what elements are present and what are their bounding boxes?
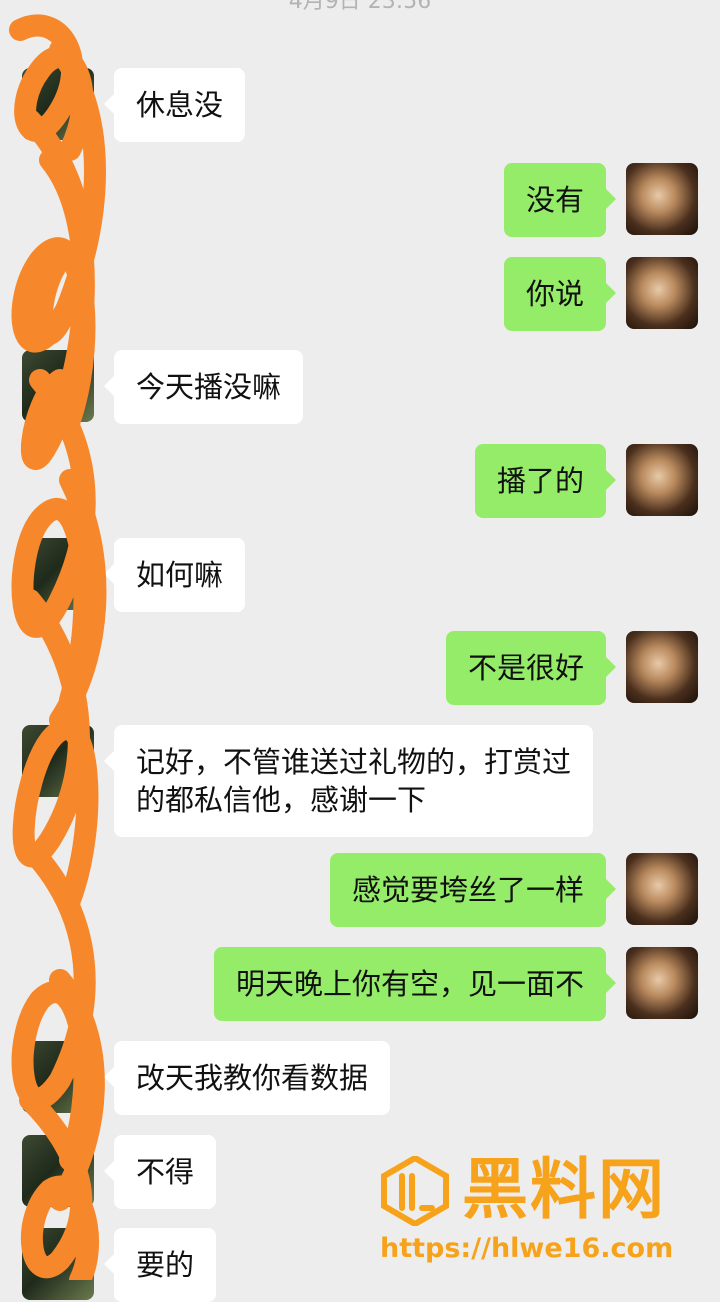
sent-message-bubble[interactable]: 播了的 xyxy=(474,444,617,518)
message-timestamp: 4月9日 23:56 xyxy=(288,0,432,14)
chat-view: 4月9日 23:56 休息没 没有 你说 今天播没嘛 播了的 如何嘛 不是很好 … xyxy=(0,0,720,1302)
received-message-bubble[interactable]: 休息没 xyxy=(103,68,246,142)
sent-message-bubble[interactable]: 不是很好 xyxy=(445,631,617,705)
my-avatar[interactable] xyxy=(626,853,698,925)
sent-message-bubble[interactable]: 明天晚上你有空，见一面不 xyxy=(213,947,617,1021)
received-message-bubble[interactable]: 改天我教你看数据 xyxy=(103,1041,391,1115)
received-message-bubble[interactable]: 如何嘛 xyxy=(103,538,246,612)
contact-avatar[interactable] xyxy=(22,1228,94,1300)
my-avatar[interactable] xyxy=(626,631,698,703)
contact-avatar[interactable] xyxy=(22,68,94,140)
watermark-url: https://hlwe16.com xyxy=(380,1233,674,1264)
contact-avatar[interactable] xyxy=(22,1135,94,1207)
contact-avatar[interactable] xyxy=(22,538,94,610)
sent-message-bubble[interactable]: 没有 xyxy=(503,163,617,237)
my-avatar[interactable] xyxy=(626,947,698,1019)
my-avatar[interactable] xyxy=(626,163,698,235)
my-avatar[interactable] xyxy=(626,444,698,516)
my-avatar[interactable] xyxy=(626,257,698,329)
contact-avatar[interactable] xyxy=(22,725,94,797)
sent-message-bubble[interactable]: 感觉要垮丝了一样 xyxy=(329,853,617,927)
watermark-title: 黑料网 xyxy=(462,1151,666,1228)
contact-avatar[interactable] xyxy=(22,350,94,422)
contact-avatar[interactable] xyxy=(22,1041,94,1113)
watermark-logo-icon xyxy=(381,1156,449,1226)
received-message-bubble[interactable]: 今天播没嘛 xyxy=(103,350,304,424)
received-message-bubble[interactable]: 记好，不管谁送过礼物的，打赏过 的都私信他，感谢一下 xyxy=(103,725,594,837)
site-watermark: 黑料网 https://hlwe16.com xyxy=(380,1150,710,1270)
received-message-bubble[interactable]: 不得 xyxy=(103,1135,217,1209)
received-message-bubble[interactable]: 要的 xyxy=(103,1228,217,1302)
sent-message-bubble[interactable]: 你说 xyxy=(503,257,617,331)
